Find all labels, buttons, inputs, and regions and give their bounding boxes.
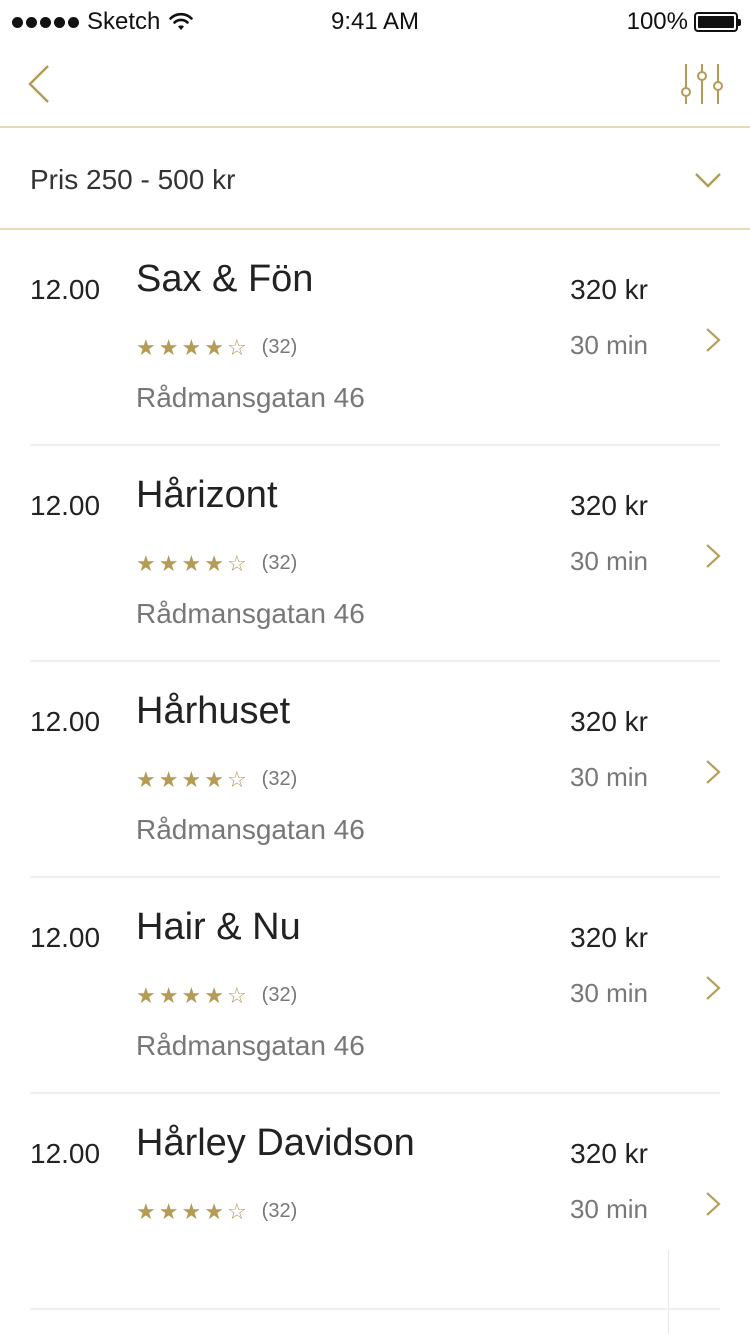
review-count: (32) bbox=[261, 552, 298, 574]
chevron-right-icon bbox=[706, 976, 721, 1000]
back-button[interactable] bbox=[22, 62, 62, 106]
salon-price: 320 kr bbox=[570, 274, 648, 305]
star-filled-icon: ★ bbox=[136, 1198, 156, 1224]
review-count: (32) bbox=[261, 336, 298, 358]
star-filled-icon: ★ bbox=[136, 334, 156, 360]
battery-icon bbox=[694, 12, 741, 32]
salon-name: Hårizont bbox=[136, 474, 278, 516]
salon-address: Rådmansgatan 46 bbox=[136, 1030, 365, 1061]
salon-time: 12.00 bbox=[30, 490, 101, 521]
chevron-left-icon bbox=[28, 65, 49, 103]
star-empty-icon: ☆ bbox=[226, 334, 247, 360]
row-divider bbox=[30, 1308, 720, 1310]
star-filled-icon: ★ bbox=[136, 766, 156, 792]
salon-price: 320 kr bbox=[570, 490, 648, 521]
salon-list: 12.00 Sax & Fön 320 kr ★ ★ ★ ★ ☆ (32) 30… bbox=[0, 230, 750, 1310]
star-filled-icon: ★ bbox=[204, 766, 224, 792]
star-filled-icon: ★ bbox=[158, 766, 179, 792]
rating-stars: ★ ★ ★ ★ ☆ (32) bbox=[136, 552, 297, 575]
star-filled-icon: ★ bbox=[204, 982, 224, 1008]
salon-name: Hårhuset bbox=[136, 690, 291, 732]
salon-duration: 30 min bbox=[569, 978, 648, 1008]
salon-duration: 30 min bbox=[569, 330, 648, 360]
salon-price: 320 kr bbox=[570, 706, 648, 737]
star-filled-icon: ★ bbox=[181, 334, 202, 360]
salon-name: Hair & Nu bbox=[136, 906, 301, 948]
star-filled-icon: ★ bbox=[136, 550, 156, 576]
rating-stars: ★ ★ ★ ★ ☆ (32) bbox=[136, 336, 297, 359]
review-count: (32) bbox=[261, 768, 298, 790]
price-filter-dropdown[interactable]: Pris 250 - 500 kr bbox=[0, 128, 750, 230]
star-filled-icon: ★ bbox=[181, 550, 202, 576]
star-filled-icon: ★ bbox=[204, 334, 224, 360]
star-filled-icon: ★ bbox=[158, 1198, 179, 1224]
salon-time: 12.00 bbox=[30, 922, 101, 953]
rating-stars: ★ ★ ★ ★ ☆ (32) bbox=[136, 984, 297, 1007]
status-bar: Sketch 9:41 AM 100% bbox=[0, 0, 750, 44]
review-count: (32) bbox=[261, 1200, 298, 1222]
salon-time: 12.00 bbox=[30, 274, 101, 305]
star-filled-icon: ★ bbox=[158, 982, 179, 1008]
salon-time: 12.00 bbox=[30, 1138, 101, 1169]
salon-name: Hårley Davidson bbox=[136, 1122, 415, 1164]
battery-percentage: 100% bbox=[626, 8, 688, 35]
star-filled-icon: ★ bbox=[158, 334, 179, 360]
salon-row[interactable]: 12.00 Hårley Davidson 320 kr ★ ★ ★ ★ ☆ (… bbox=[0, 1094, 750, 1310]
chevron-right-icon bbox=[706, 328, 721, 352]
star-empty-icon: ☆ bbox=[226, 1198, 247, 1224]
salon-duration: 30 min bbox=[569, 1194, 648, 1224]
star-filled-icon: ★ bbox=[158, 550, 179, 576]
status-right: 100% bbox=[626, 8, 741, 36]
rating-stars: ★ ★ ★ ★ ☆ (32) bbox=[136, 768, 297, 791]
scroll-indicator bbox=[668, 1250, 669, 1334]
salon-address: Rådmansgatan 46 bbox=[136, 382, 365, 413]
salon-price: 320 kr bbox=[570, 1138, 648, 1169]
filter-button[interactable] bbox=[680, 62, 724, 106]
salon-name: Sax & Fön bbox=[136, 258, 314, 300]
star-filled-icon: ★ bbox=[204, 1198, 224, 1224]
star-filled-icon: ★ bbox=[204, 550, 224, 576]
salon-row[interactable]: 12.00 Hårizont 320 kr ★ ★ ★ ★ ☆ (32) 30 … bbox=[0, 446, 750, 662]
salon-duration: 30 min bbox=[569, 762, 648, 792]
salon-row[interactable]: 12.00 Sax & Fön 320 kr ★ ★ ★ ★ ☆ (32) 30… bbox=[0, 230, 750, 446]
price-filter-label: Pris 250 - 500 kr bbox=[30, 164, 236, 195]
star-filled-icon: ★ bbox=[181, 982, 202, 1008]
star-filled-icon: ★ bbox=[181, 1198, 202, 1224]
star-empty-icon: ☆ bbox=[226, 766, 247, 792]
chevron-down-icon bbox=[695, 173, 721, 188]
salon-row[interactable]: 12.00 Hair & Nu 320 kr ★ ★ ★ ★ ☆ (32) 30… bbox=[0, 878, 750, 1094]
chevron-right-icon bbox=[706, 760, 721, 784]
star-filled-icon: ★ bbox=[181, 766, 202, 792]
salon-duration: 30 min bbox=[569, 546, 648, 576]
salon-row[interactable]: 12.00 Hårhuset 320 kr ★ ★ ★ ★ ☆ (32) 30 … bbox=[0, 662, 750, 878]
chevron-right-icon bbox=[706, 544, 721, 568]
salon-address: Rådmansgatan 46 bbox=[136, 598, 365, 629]
star-empty-icon: ☆ bbox=[226, 550, 247, 576]
star-filled-icon: ★ bbox=[136, 982, 156, 1008]
salon-address: Rådmansgatan 46 bbox=[136, 814, 365, 845]
sliders-icon bbox=[681, 64, 723, 104]
salon-price: 320 kr bbox=[570, 922, 648, 953]
navigation-bar bbox=[0, 44, 750, 128]
star-empty-icon: ☆ bbox=[226, 982, 247, 1008]
chevron-right-icon bbox=[706, 1192, 721, 1216]
salon-time: 12.00 bbox=[30, 706, 101, 737]
rating-stars: ★ ★ ★ ★ ☆ (32) bbox=[136, 1200, 297, 1223]
review-count: (32) bbox=[261, 984, 298, 1006]
